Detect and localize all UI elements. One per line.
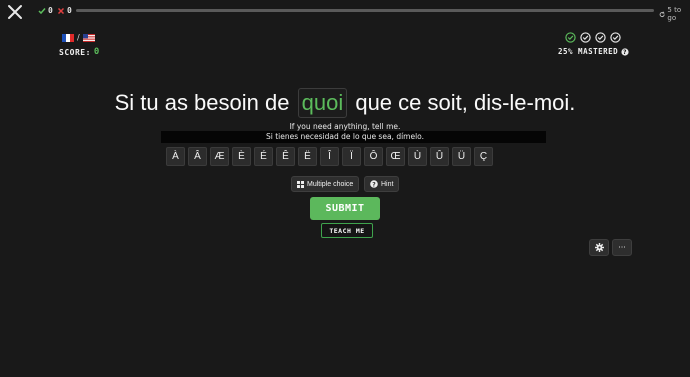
french-flag-icon — [62, 33, 74, 42]
score: SCORE: 0 — [59, 47, 100, 57]
more-options-button[interactable]: ··· — [612, 239, 632, 256]
check-icon — [38, 7, 46, 14]
score-value: 0 — [93, 47, 100, 57]
accent-key[interactable]: Ï — [342, 147, 361, 166]
multiple-choice-label: Multiple choice — [307, 180, 354, 188]
accent-key[interactable]: Ô — [364, 147, 383, 166]
wrong-count: 0 — [67, 6, 73, 15]
close-icon[interactable] — [7, 4, 23, 20]
progress-bar — [76, 9, 654, 12]
cloze-sentence: Si tu as besoin de quoi que ce soit, dis… — [0, 88, 690, 118]
mastery-check-icon — [595, 32, 606, 43]
wrong-counter: 0 — [57, 6, 72, 15]
accent-key[interactable]: Æ — [210, 147, 229, 166]
accent-key[interactable]: À — [166, 147, 185, 166]
mastery-check-icon — [610, 32, 621, 43]
spanish-translation: Si tienes necesidad de lo que sea, dímel… — [265, 132, 425, 141]
accent-key[interactable]: É — [254, 147, 273, 166]
mastery-label: 25% MASTERED ? — [558, 47, 629, 56]
gear-icon — [594, 243, 604, 252]
more-icon: ··· — [618, 243, 626, 252]
score-label: SCORE: — [59, 47, 91, 57]
remaining-label: 5 to go — [667, 6, 682, 22]
settings-button[interactable] — [589, 239, 609, 256]
accent-key[interactable]: Ê — [276, 147, 295, 166]
accent-key[interactable]: Û — [430, 147, 449, 166]
remaining-counter: 5 to go — [659, 6, 690, 22]
accent-key[interactable]: Î — [320, 147, 339, 166]
refresh-icon — [659, 10, 665, 17]
mastery-text: 25% MASTERED — [558, 47, 619, 56]
teach-me-button[interactable]: TEACH ME — [321, 223, 373, 238]
accent-keyboard: ÀÂÆÈÉÊËÎÏÔŒÙÛÜÇ — [166, 147, 493, 166]
accent-key[interactable]: Ç — [474, 147, 493, 166]
help-icon[interactable]: ? — [621, 47, 629, 56]
accent-key[interactable]: Ù — [408, 147, 427, 166]
accent-key[interactable]: È — [232, 147, 251, 166]
sentence-after: que ce soit, dis-le-moi. — [355, 90, 576, 115]
accent-key[interactable]: Œ — [386, 147, 405, 166]
mastery-check-icon — [565, 32, 576, 43]
us-flag-icon — [82, 33, 95, 42]
multiple-choice-button[interactable]: Multiple choice — [291, 176, 360, 192]
svg-text:?: ? — [372, 181, 376, 188]
correct-counter: 0 — [38, 6, 53, 15]
accent-key[interactable]: Ë — [298, 147, 317, 166]
accent-key[interactable]: Ü — [452, 147, 471, 166]
mastery-check-icon — [580, 32, 591, 43]
grid-icon — [297, 180, 304, 188]
mastery-indicator — [565, 32, 621, 43]
hint-label: Hint — [381, 180, 394, 188]
accent-key[interactable]: Â — [188, 147, 207, 166]
language-pair: / — [62, 33, 95, 42]
sentence-before: Si tu as besoin de — [114, 90, 290, 115]
english-translation: If you need anything, tell me. — [289, 122, 401, 131]
question-icon: ? — [370, 180, 378, 188]
cross-icon — [57, 7, 65, 14]
language-separator: / — [77, 33, 80, 42]
hint-button[interactable]: ? Hint — [364, 176, 400, 192]
submit-button[interactable]: SUBMIT — [310, 197, 380, 220]
svg-text:?: ? — [623, 49, 627, 56]
correct-count: 0 — [48, 6, 54, 15]
answer-input[interactable]: quoi — [297, 88, 348, 118]
